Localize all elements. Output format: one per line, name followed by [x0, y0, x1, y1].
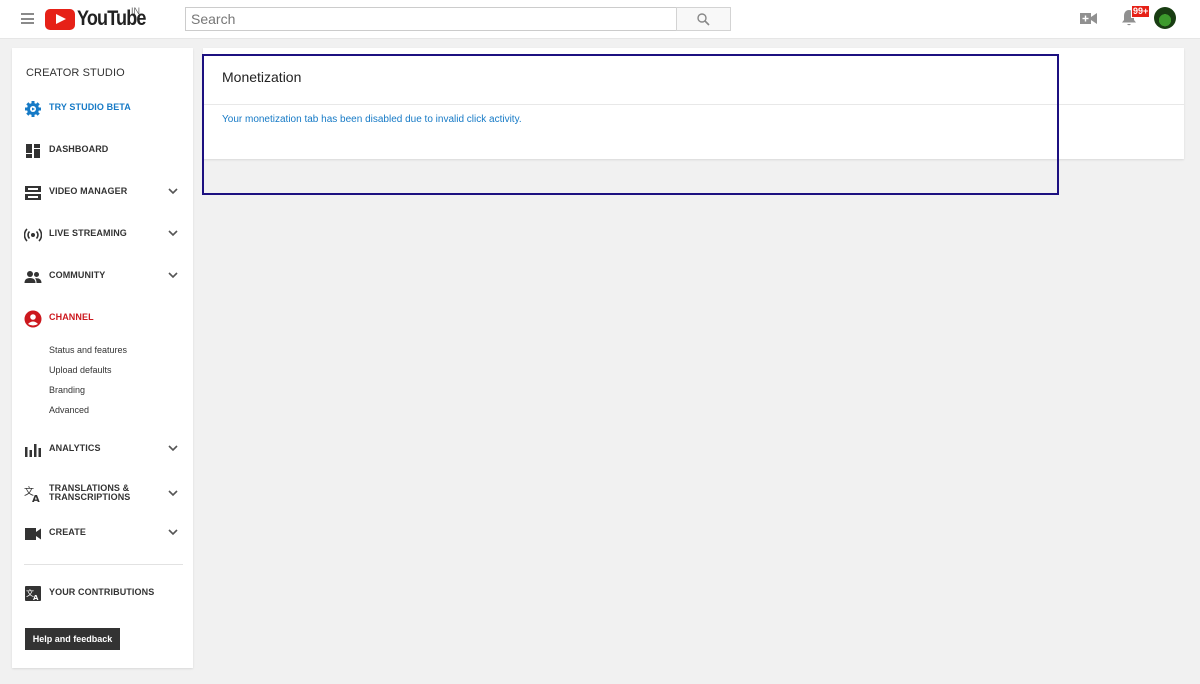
sidebar-item-community[interactable]: COMMUNITY [12, 266, 193, 288]
sidebar-subitem-status-and-features[interactable]: Status and features [49, 345, 127, 355]
sidebar-item-label-line2: TRANSCRIPTIONS [49, 492, 131, 502]
channel-icon [24, 310, 42, 328]
page-title: Monetization [222, 69, 302, 85]
sidebar-item-label: LIVE STREAMING [49, 228, 127, 238]
sidebar-divider [24, 564, 183, 565]
search-input[interactable] [185, 7, 676, 31]
card-divider [203, 104, 1184, 105]
sidebar-item-label: CHANNEL [49, 312, 94, 322]
create-video-icon [25, 528, 41, 540]
chevron-down-icon[interactable] [168, 188, 178, 195]
translate-icon: 文 A [24, 485, 40, 503]
sidebar-subitem-advanced[interactable]: Advanced [49, 405, 89, 415]
monetization-card: Monetization Your monetization tab has b… [203, 48, 1184, 159]
sidebar-subitem-branding[interactable]: Branding [49, 385, 85, 395]
upload-video-icon[interactable] [1080, 12, 1097, 25]
search-icon [697, 13, 710, 26]
chevron-down-icon[interactable] [168, 529, 178, 536]
sidebar-item-label: ANALYTICS [49, 443, 101, 453]
menu-icon[interactable] [21, 13, 34, 24]
sidebar-item-label: CREATE [49, 527, 86, 537]
top-bar: YouTube IN 99+ [0, 0, 1200, 39]
account-avatar[interactable] [1154, 7, 1176, 29]
youtube-play-icon [45, 8, 75, 30]
sidebar-item-analytics[interactable]: ANALYTICS [12, 439, 193, 461]
sidebar-item-create[interactable]: CREATE [12, 523, 193, 545]
sidebar-title: CREATOR STUDIO [26, 67, 125, 79]
chevron-down-icon[interactable] [168, 230, 178, 237]
sidebar-item-label: YOUR CONTRIBUTIONS [49, 587, 155, 597]
sidebar-item-label: TRY STUDIO BETA [49, 102, 131, 112]
dashboard-icon [26, 144, 40, 158]
sidebar-item-label: DASHBOARD [49, 144, 109, 154]
sidebar-item-your-contributions[interactable]: 文 A YOUR CONTRIBUTIONS [12, 583, 193, 605]
help-and-feedback-button[interactable]: Help and feedback [25, 628, 120, 650]
search-button[interactable] [676, 7, 731, 31]
live-streaming-icon [24, 228, 42, 242]
sidebar-item-label: COMMUNITY [49, 270, 106, 280]
sidebar-subitem-upload-defaults[interactable]: Upload defaults [49, 365, 112, 375]
svg-text:A: A [32, 494, 40, 503]
sidebar-item-try-studio-beta[interactable]: TRY STUDIO BETA [12, 98, 193, 120]
chevron-down-icon[interactable] [168, 445, 178, 452]
creator-studio-sidebar: CREATOR STUDIO TRY STUDIO BETA DASHBOARD [12, 48, 193, 668]
sidebar-item-dashboard[interactable]: DASHBOARD [12, 140, 193, 162]
monetization-disabled-message: Your monetization tab has been disabled … [222, 114, 522, 125]
logo-country-code: IN [131, 6, 140, 16]
community-icon [24, 271, 42, 283]
video-manager-icon [25, 186, 41, 200]
sidebar-item-label: VIDEO MANAGER [49, 186, 128, 196]
analytics-icon [25, 444, 41, 457]
gear-icon [25, 101, 41, 117]
sidebar-item-video-manager[interactable]: VIDEO MANAGER [12, 182, 193, 204]
contributions-icon: 文 A [25, 586, 41, 602]
sidebar-item-channel[interactable]: CHANNEL [12, 308, 193, 330]
svg-text:A: A [33, 594, 39, 602]
sidebar-item-translations[interactable]: 文 A TRANSLATIONS & TRANSCRIPTIONS [12, 481, 193, 507]
notification-badge: 99+ [1131, 5, 1151, 18]
sidebar-item-live-streaming[interactable]: LIVE STREAMING [12, 224, 193, 246]
chevron-down-icon[interactable] [168, 490, 178, 497]
chevron-down-icon[interactable] [168, 272, 178, 279]
